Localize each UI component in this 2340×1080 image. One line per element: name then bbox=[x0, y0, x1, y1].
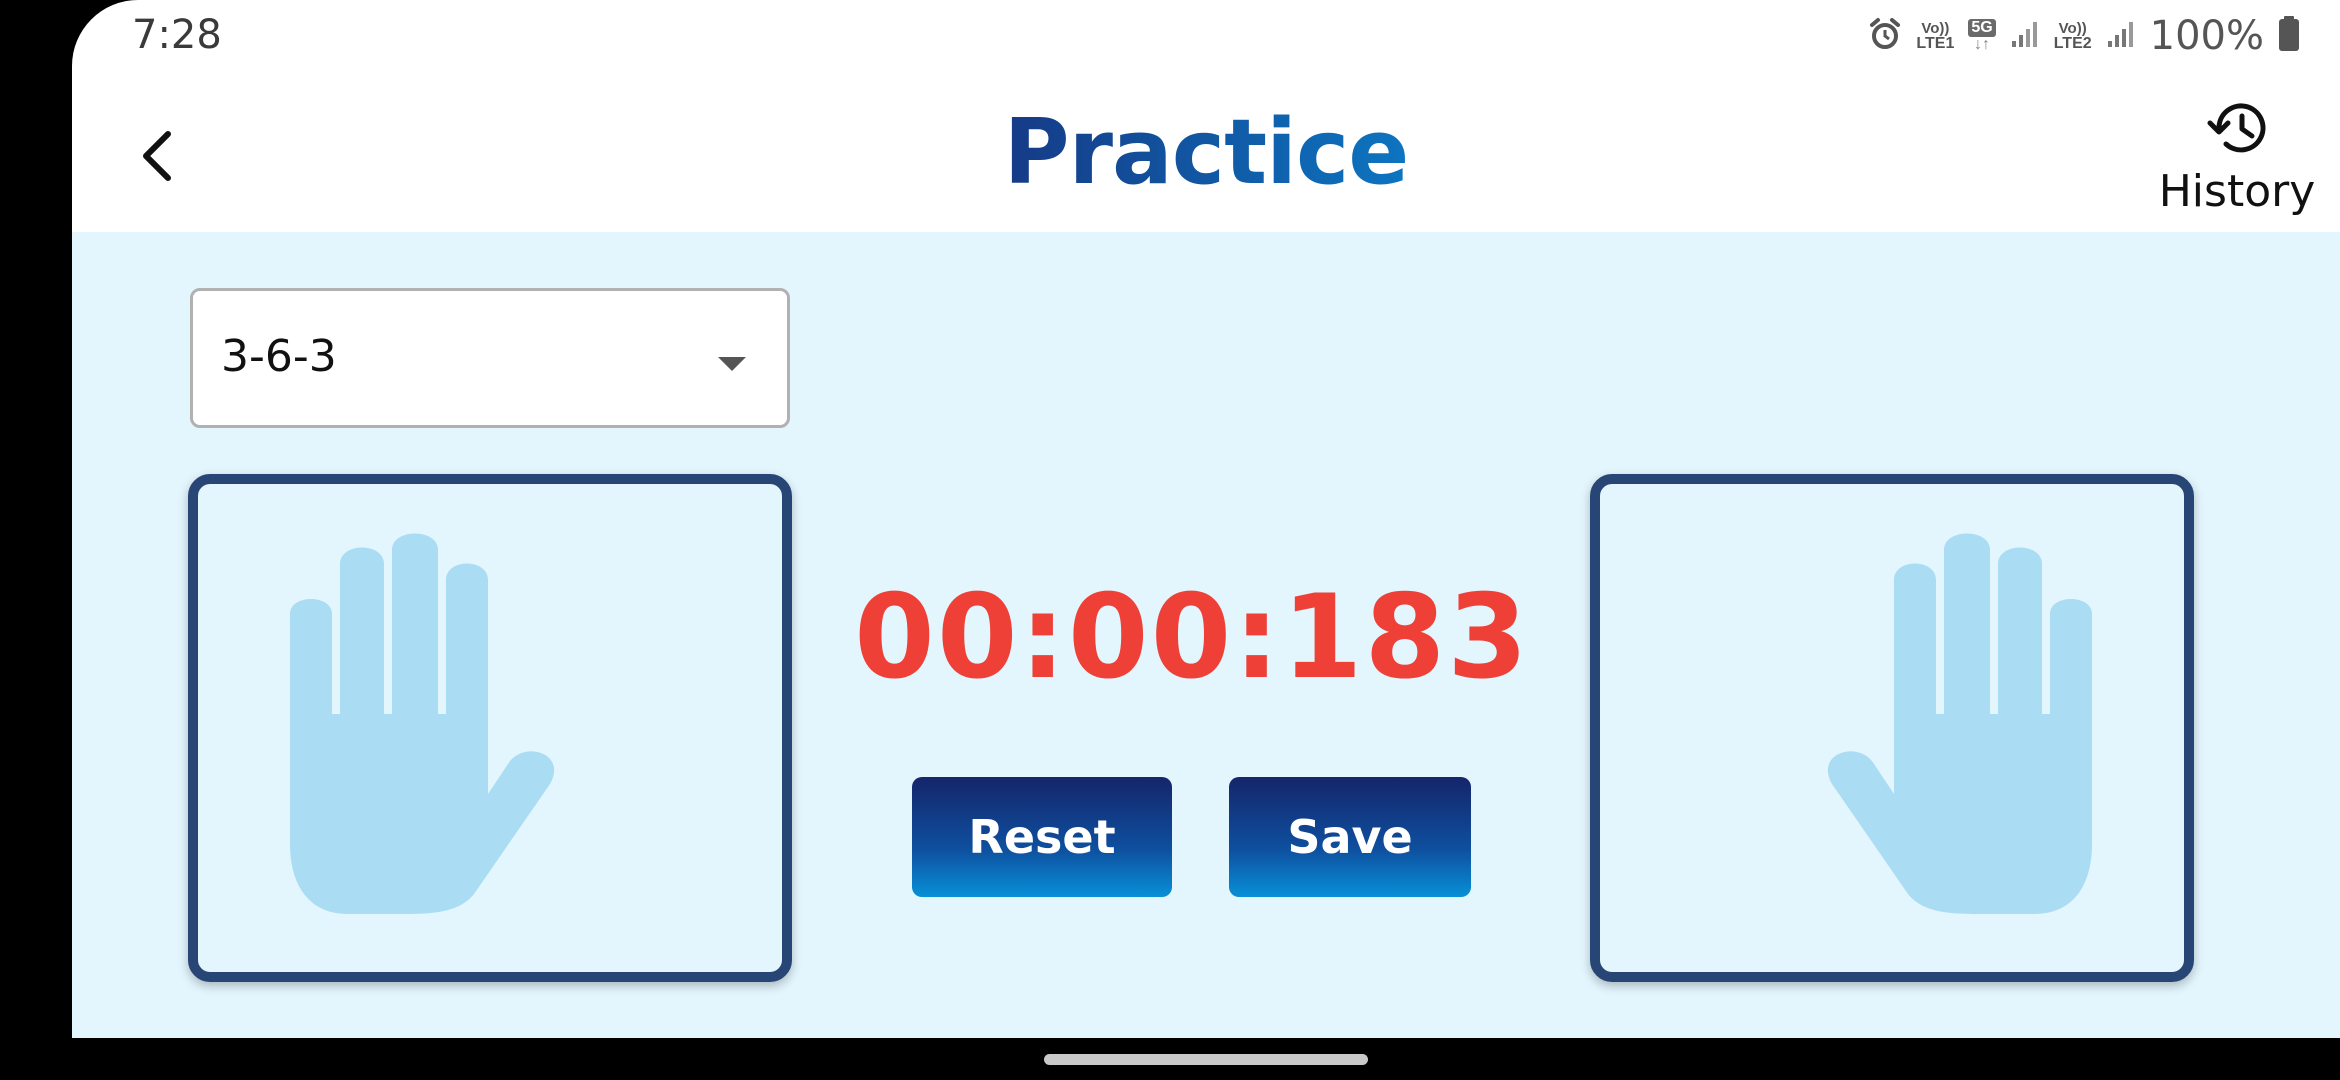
history-label: History bbox=[2158, 166, 2316, 217]
alarm-icon bbox=[1868, 17, 1902, 56]
signal-icon bbox=[2010, 19, 2040, 54]
app-header: Practice History bbox=[72, 72, 2340, 232]
hand-icon bbox=[290, 533, 555, 914]
gesture-nav-handle[interactable] bbox=[1044, 1054, 1368, 1065]
hand-icon bbox=[1827, 533, 2092, 914]
caret-down-icon bbox=[718, 357, 746, 371]
sim1-volte: Vo)) bbox=[1921, 19, 1950, 37]
status-icons: Vo)) LTE1 5G ↓↑ Vo)) LTE2 100% bbox=[1868, 12, 2300, 60]
app-screen: 7:28 Vo)) LTE1 5G ↓↑ Vo)) LTE2 100% Prac… bbox=[72, 0, 2340, 1038]
network-type: 5G bbox=[1968, 19, 1996, 37]
history-button[interactable]: History bbox=[2152, 98, 2322, 228]
left-hand-pad[interactable] bbox=[188, 474, 792, 982]
sim2-indicator: Vo)) LTE2 bbox=[2054, 21, 2092, 52]
sim2-volte: Vo)) bbox=[2058, 19, 2087, 37]
pattern-dropdown[interactable]: 3-6-3 bbox=[190, 288, 790, 428]
sim2-label: LTE2 bbox=[2053, 34, 2092, 52]
status-bar: 7:28 Vo)) LTE1 5G ↓↑ Vo)) LTE2 100% bbox=[72, 0, 2340, 72]
save-button[interactable]: Save bbox=[1229, 777, 1471, 897]
status-time: 7:28 bbox=[132, 12, 222, 58]
battery-icon bbox=[2278, 15, 2300, 57]
page-title: Practice bbox=[72, 100, 2340, 205]
sim1-label: LTE1 bbox=[1916, 34, 1955, 52]
elapsed-timer: 00:00:183 bbox=[854, 570, 1530, 705]
battery-percentage: 100% bbox=[2149, 13, 2264, 59]
data-arrows: ↓↑ bbox=[1974, 36, 1991, 53]
reset-button[interactable]: Reset bbox=[912, 777, 1172, 897]
right-hand-pad[interactable] bbox=[1590, 474, 2194, 982]
history-icon bbox=[2207, 103, 2266, 153]
practice-content: 3-6-3 00:00:183 Reset Save bbox=[72, 232, 2340, 1038]
network-indicator: 5G ↓↑ bbox=[1968, 19, 1996, 53]
sim1-indicator: Vo)) LTE1 bbox=[1916, 21, 1954, 52]
pattern-selected-value: 3-6-3 bbox=[221, 331, 337, 382]
signal-icon bbox=[2106, 19, 2136, 54]
